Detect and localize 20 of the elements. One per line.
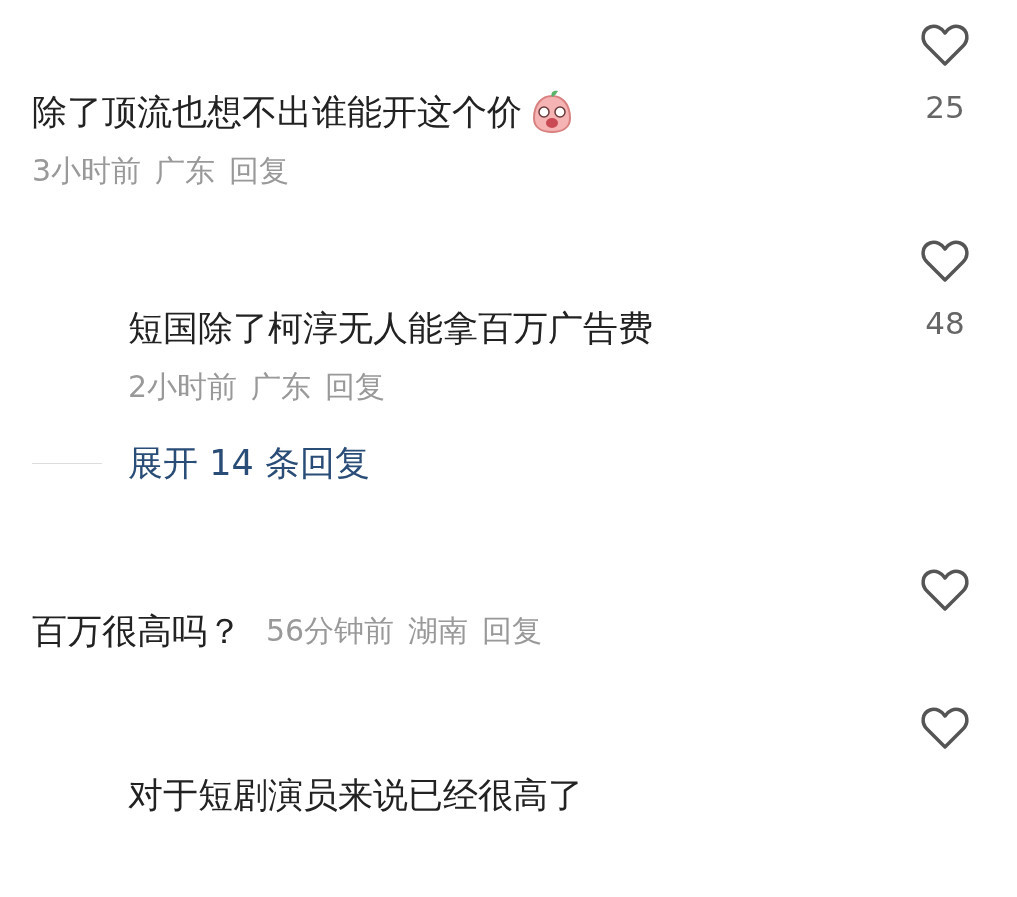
comment-location: 湖南 xyxy=(408,612,469,650)
expand-replies-link[interactable]: 展开 14 条回复 xyxy=(128,440,370,487)
comment-time: 3小时前 xyxy=(32,152,142,190)
like-heart-icon[interactable] xyxy=(920,567,970,613)
reply-link[interactable]: 回复 xyxy=(229,152,290,190)
comment-text: 短国除了柯淳无人能拿百万广告费 xyxy=(128,307,653,350)
like-count: 48 xyxy=(925,306,965,340)
like-heart-icon[interactable] xyxy=(920,705,970,751)
comment-text: 百万很高吗？ xyxy=(32,610,242,653)
comment-text: 对于短剧演员来说已经很高了 xyxy=(128,774,583,817)
reply-link[interactable]: 回复 xyxy=(482,612,543,650)
comment-time: 2小时前 xyxy=(128,368,238,406)
comment-location: 广东 xyxy=(251,368,312,406)
like-heart-icon[interactable] xyxy=(920,238,970,284)
comment-text: 除了顶流也想不出谁能开这个价 xyxy=(32,91,522,134)
like-heart-icon[interactable] xyxy=(920,22,970,68)
reply-link[interactable]: 回复 xyxy=(325,368,386,406)
comment-location: 广东 xyxy=(155,152,216,190)
comment-time: 56分钟前 xyxy=(266,612,395,650)
like-count: 25 xyxy=(925,90,965,124)
